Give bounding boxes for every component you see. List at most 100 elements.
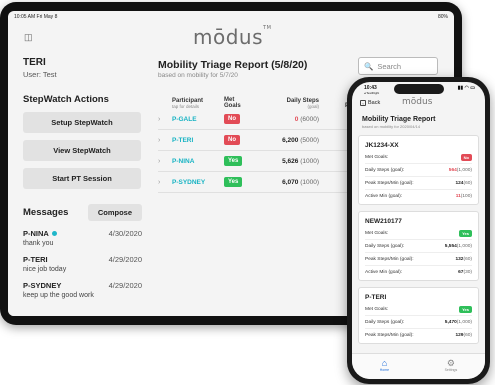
phone-report-title: Mobility Triage Report — [362, 116, 436, 123]
card-participant-id: P-TERI — [365, 294, 387, 301]
met-goals-label: Met Goals: — [365, 154, 389, 160]
message-from: P-TERI — [23, 255, 48, 264]
actions-title: StepWatch Actions — [23, 94, 109, 105]
search-placeholder: Search — [377, 61, 402, 71]
tab-bar: ⌂ Home ⚙ Settings — [352, 353, 485, 379]
met-goals-label: Met Goals: — [365, 230, 389, 236]
user-subtitle: User: Test — [23, 70, 57, 79]
met-goals-badge: Yes — [224, 156, 243, 166]
participant-card[interactable]: JK1234-XX Met Goals: No Daily Steps (goal… — [358, 135, 479, 205]
peak-steps-label: Peak Steps/Min (goal): — [365, 256, 414, 262]
daily-steps-label: Daily Steps (goal): — [365, 167, 405, 173]
message-item[interactable]: P-SYDNEY 4/29/2020 keep up the good work — [23, 281, 142, 299]
active-min-label: Active Min (goal): — [365, 194, 403, 199]
app-logo: mōdusTM — [193, 25, 272, 49]
status-battery: 80% — [437, 14, 448, 20]
phone-device: 10:43 ◂ TestFlight ▮▮ ◠ ▭ ‹ Back mōdus M… — [347, 77, 490, 384]
unread-dot-icon — [51, 231, 57, 236]
logo-tm: TM — [263, 25, 272, 31]
message-item[interactable]: P-NINA 4/30/2020 thank you — [23, 229, 142, 247]
daily-steps: 0 — [294, 115, 299, 123]
steps-goal: (6000) — [300, 115, 319, 123]
message-text: thank you — [23, 240, 54, 247]
chevron-right-icon: › — [158, 136, 161, 144]
start-pt-session-button[interactable]: Start PT Session — [23, 168, 141, 189]
met-goals-badge: Yes — [224, 177, 243, 187]
participant-name: P-TERI — [172, 136, 194, 144]
view-stepwatch-button[interactable]: View StepWatch — [23, 140, 141, 161]
card-participant-id: JK1234-XX — [365, 142, 399, 149]
daily-steps-goal: (1,000) — [456, 243, 472, 249]
peak-steps-goal: (60) — [463, 256, 472, 262]
active-min-goal: (100) — [460, 194, 472, 199]
home-icon: ⌂ — [381, 358, 388, 368]
met-goals-badge: No — [224, 114, 240, 124]
chevron-right-icon: › — [158, 157, 161, 165]
search-icon: 🔍 — [364, 61, 374, 71]
steps-goal: (5000) — [300, 136, 319, 144]
col-participant-sub: tap for details — [172, 104, 200, 109]
met-goals-badge: Yes — [459, 229, 472, 237]
message-text: nice job today — [23, 266, 67, 273]
signal-battery-icon: ▮▮ ◠ ▭ — [457, 85, 475, 91]
card-participant-id: NEW210177 — [365, 218, 402, 225]
daily-steps-goal: (1,000) — [456, 167, 472, 173]
daily-steps: 5,626 — [282, 157, 299, 165]
message-date: 4/29/2020 — [108, 281, 142, 290]
peak-steps-goal: (60) — [463, 333, 472, 338]
peak-steps-label: Peak Steps/Min (goal): — [365, 333, 414, 338]
message-date: 4/30/2020 — [108, 229, 142, 238]
daily-steps-value: 564 — [448, 167, 457, 173]
tab-home-label: Home — [379, 368, 390, 372]
setup-stepwatch-button[interactable]: Setup StepWatch — [23, 112, 141, 133]
participant-name: P-GALE — [172, 115, 197, 123]
app-header: ◫ mōdusTM — [8, 23, 454, 51]
daily-steps: 6,070 — [282, 178, 299, 186]
back-icon: ‹ — [360, 100, 366, 106]
phone-report-subtitle: based on mobility for 2020/04/14 — [362, 124, 421, 129]
daily-steps-goal: (1,000) — [456, 319, 472, 325]
met-goals-badge: Yes — [459, 305, 472, 313]
user-name: TERI — [23, 57, 46, 68]
phone-screen: 10:43 ◂ TestFlight ▮▮ ◠ ▭ ‹ Back mōdus M… — [352, 82, 485, 379]
peak-steps-goal: (60) — [463, 180, 472, 186]
back-label: Back — [368, 100, 381, 106]
met-goals-label: Met Goals: — [365, 306, 389, 312]
met-goals-badge: No — [224, 135, 240, 145]
gear-icon: ⚙ — [446, 358, 455, 368]
participant-card[interactable]: P-TERI Met Goals: Yes Daily Steps (goal):… — [358, 287, 479, 344]
phone-nav-bar: ‹ Back mōdus — [352, 96, 485, 110]
active-min-label: Active Min (goal): — [365, 270, 403, 275]
daily-steps-label: Daily Steps (goal): — [365, 319, 405, 325]
tab-home[interactable]: ⌂ Home — [380, 358, 389, 372]
search-input[interactable]: 🔍 Search — [358, 57, 438, 75]
message-from: P-NINA — [23, 229, 49, 238]
message-text: keep up the good work — [23, 292, 94, 299]
participant-name: P-SYDNEY — [172, 178, 206, 186]
col-met-goals: Goals — [224, 103, 241, 109]
left-panel: TERI User: Test StepWatch Actions Setup … — [8, 51, 148, 316]
message-item[interactable]: P-TERI 4/29/2020 nice job today — [23, 255, 142, 273]
compose-button[interactable]: Compose — [87, 204, 142, 221]
chevron-right-icon: › — [158, 115, 161, 123]
col-steps-sub: (goal) — [307, 104, 319, 109]
tab-settings[interactable]: ⚙ Settings — [445, 358, 458, 372]
phone-carrier: ◂ TestFlight — [364, 91, 380, 95]
steps-goal: (1000) — [300, 157, 319, 165]
status-bar: 10:05 AM Fri May 8 80% — [8, 11, 454, 23]
phone-notch — [394, 84, 444, 94]
met-goals-badge: No — [460, 153, 472, 161]
message-from: P-SYDNEY — [23, 281, 62, 290]
participant-card[interactable]: NEW210177 Met Goals: Yes Daily Steps (goa… — [358, 211, 479, 281]
daily-steps-value: 5,470 — [444, 319, 457, 325]
chevron-right-icon: › — [158, 178, 161, 186]
sidebar-toggle-icon[interactable]: ◫ — [24, 32, 33, 43]
messages-title: Messages — [23, 207, 69, 218]
daily-steps-label: Daily Steps (goal): — [365, 243, 405, 249]
daily-steps: 6,200 — [282, 136, 299, 144]
tab-settings-label: Settings — [444, 368, 458, 372]
peak-steps-label: Peak Steps/Min (goal): — [365, 180, 414, 186]
message-date: 4/29/2020 — [108, 255, 142, 264]
participant-name: P-NINA — [172, 157, 195, 165]
back-button[interactable]: ‹ Back — [360, 100, 380, 106]
